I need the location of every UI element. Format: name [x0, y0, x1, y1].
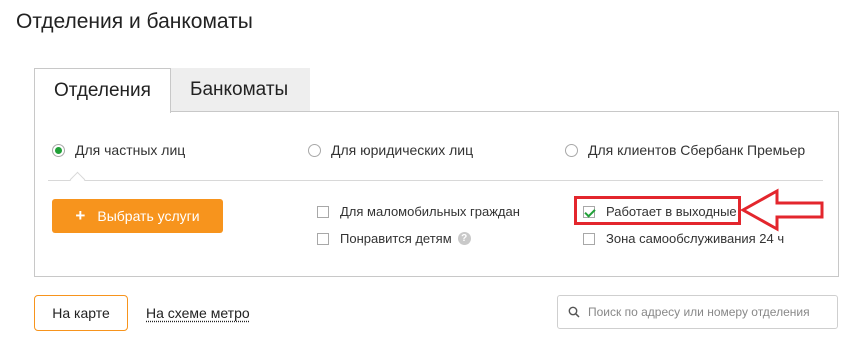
filter-kids-friendly[interactable]: Понравится детям ? — [317, 231, 471, 246]
divider — [48, 180, 823, 181]
page-title: Отделения и банкоматы — [16, 10, 253, 33]
radio-label: Для клиентов Сбербанк Премьер — [588, 142, 806, 158]
tab-branches[interactable]: Отделения — [34, 68, 171, 113]
select-services-label: Выбрать услуги — [97, 208, 200, 224]
filter-label: Зона самообслуживания 24 ч — [606, 231, 785, 246]
filter-label: Для маломобильных граждан — [340, 204, 520, 219]
plus-icon: + — [75, 206, 86, 225]
help-icon[interactable]: ? — [457, 232, 471, 245]
radio-private-persons[interactable]: Для частных лиц — [52, 142, 185, 158]
radio-unchecked-icon[interactable] — [308, 143, 321, 157]
filter-panel — [34, 111, 839, 277]
highlight-box — [574, 196, 741, 225]
checkbox-icon[interactable] — [317, 205, 329, 218]
radio-checked-icon[interactable] — [52, 143, 65, 157]
radio-premier-clients[interactable]: Для клиентов Сбербанк Премьер — [565, 142, 805, 158]
select-services-button[interactable]: + Выбрать услуги — [52, 199, 223, 233]
map-view-button[interactable]: На карте — [34, 295, 128, 331]
radio-label: Для юридических лиц — [331, 142, 474, 158]
checkbox-icon[interactable] — [583, 232, 595, 245]
radio-unchecked-icon[interactable] — [565, 143, 578, 157]
search-box[interactable] — [557, 295, 838, 329]
radio-label: Для частных лиц — [75, 142, 186, 158]
tab-bar: Отделения Банкоматы — [34, 68, 310, 113]
annotation-arrow-icon — [740, 188, 824, 232]
filter-low-mobility[interactable]: Для маломобильных граждан — [317, 204, 520, 219]
tab-atms[interactable]: Банкоматы — [171, 68, 310, 112]
checkbox-icon[interactable] — [317, 232, 329, 245]
metro-map-link[interactable]: На схеме метро — [146, 305, 250, 321]
radio-legal-entities[interactable]: Для юридических лиц — [308, 142, 473, 158]
search-icon — [568, 306, 580, 318]
search-input[interactable] — [586, 304, 830, 320]
filter-label: Понравится детям — [340, 231, 452, 246]
filter-self-service-24h[interactable]: Зона самообслуживания 24 ч — [583, 231, 784, 246]
